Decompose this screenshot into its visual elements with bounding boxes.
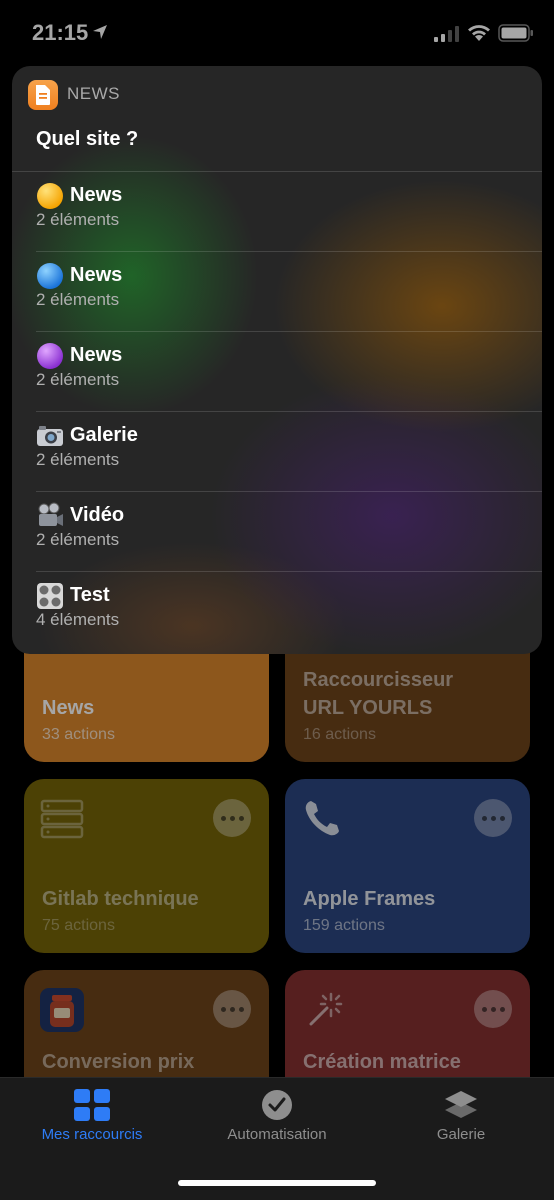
- card-subtitle: 159 actions: [303, 917, 385, 934]
- card-title-line2: URL YOURLS: [303, 697, 433, 719]
- server-icon: [40, 799, 84, 839]
- choose-from-menu-popup: NEWS Quel site ? News 2 éléments News 2 …: [12, 66, 542, 654]
- tab-mes-raccourcis[interactable]: Mes raccourcis: [36, 1088, 148, 1143]
- popup-header: NEWS Quel site ?: [12, 66, 542, 172]
- phone-icon: [305, 801, 339, 836]
- card-title: Conversion prix: [42, 1051, 195, 1073]
- card-subtitle: 75 actions: [42, 917, 115, 934]
- jar-icon: [40, 988, 84, 1032]
- grid-icon: [74, 1089, 110, 1121]
- app-name: NEWS: [67, 84, 120, 103]
- movie-camera-icon: [38, 502, 63, 526]
- menu-item-label: Vidéo: [70, 504, 125, 526]
- card-title: News: [42, 697, 95, 719]
- purple-circle-icon: [37, 343, 63, 369]
- menu-item-label: News: [70, 184, 123, 206]
- menu-item-news-purple[interactable]: News 2 éléments: [12, 332, 542, 412]
- more-options-button[interactable]: [213, 990, 251, 1028]
- menu-item-label: Galerie: [70, 424, 138, 446]
- menu-item-video[interactable]: Vidéo 2 éléments: [12, 492, 542, 572]
- menu-item-count: 2 éléments: [36, 450, 120, 469]
- blue-circle-icon: [37, 263, 63, 289]
- clock-check-icon: [262, 1090, 292, 1120]
- menu-item-label: Test: [70, 584, 110, 606]
- card-title: Apple Frames: [303, 888, 436, 910]
- control-knobs-icon: [37, 583, 63, 609]
- card-title: Gitlab technique: [42, 888, 199, 910]
- camera-icon: [37, 426, 63, 446]
- layers-icon: [445, 1091, 477, 1118]
- menu-item-count: 4 éléments: [36, 610, 120, 629]
- menu-item-label: News: [70, 344, 123, 366]
- news-app-icon: [28, 80, 58, 110]
- more-options-button[interactable]: [474, 990, 512, 1028]
- card-subtitle: 16 actions: [303, 726, 376, 743]
- home-indicator[interactable]: [178, 1180, 376, 1186]
- magic-wand-icon: [309, 992, 343, 1026]
- tab-label: Automatisation: [227, 1126, 327, 1143]
- yellow-circle-icon: [37, 183, 63, 209]
- card-title-line1: Raccourcisseur: [303, 669, 454, 691]
- tab-label: Mes raccourcis: [41, 1126, 143, 1143]
- more-options-button[interactable]: [474, 799, 512, 837]
- tab-galerie[interactable]: Galerie: [420, 1088, 502, 1143]
- menu-item-news-yellow[interactable]: News 2 éléments: [12, 172, 542, 252]
- card-title: Création matrice: [303, 1051, 461, 1073]
- menu-item-galerie[interactable]: Galerie 2 éléments: [12, 412, 542, 492]
- menu-item-news-blue[interactable]: News 2 éléments: [12, 252, 542, 332]
- menu-item-count: 2 éléments: [36, 370, 120, 389]
- card-subtitle: 33 actions: [42, 726, 115, 743]
- shortcut-card-apple-frames[interactable]: Apple Frames 159 actions: [285, 779, 530, 953]
- menu-item-label: News: [70, 264, 123, 286]
- shortcut-card-gitlab[interactable]: Gitlab technique 75 actions: [24, 779, 269, 953]
- tab-label: Galerie: [436, 1126, 486, 1143]
- more-options-button[interactable]: [213, 799, 251, 837]
- menu-item-count: 2 éléments: [36, 290, 120, 309]
- menu-item-count: 2 éléments: [36, 210, 120, 229]
- menu-item-count: 2 éléments: [36, 530, 120, 549]
- tab-automatisation[interactable]: Automatisation: [220, 1088, 334, 1143]
- menu-item-test[interactable]: Test 4 éléments: [12, 572, 542, 652]
- menu-prompt: Quel site ?: [36, 128, 139, 150]
